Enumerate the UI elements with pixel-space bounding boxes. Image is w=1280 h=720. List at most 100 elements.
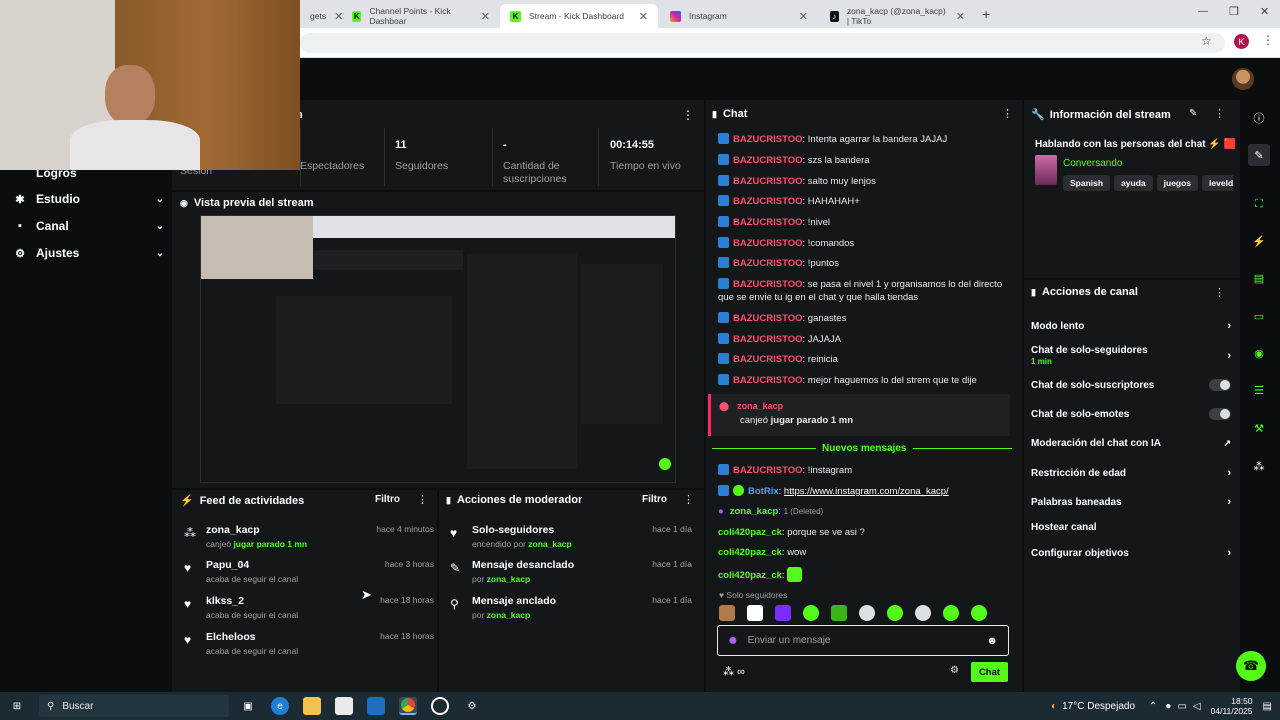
channel-points-icon[interactable]: ⁂ ∞	[723, 665, 745, 678]
emote-icon[interactable]	[859, 605, 875, 621]
chat-username[interactable]: coli420paz_ck	[718, 527, 782, 538]
store-icon[interactable]	[335, 697, 353, 715]
notifications-icon[interactable]: ▤	[1263, 701, 1272, 712]
emote-icon[interactable]	[887, 605, 903, 621]
chat-username[interactable]: BAZUCRISTOO	[733, 334, 803, 345]
tray-chevron-icon[interactable]: ⌃	[1149, 701, 1157, 712]
chat-username[interactable]: BAZUCRISTOO	[733, 196, 803, 207]
chat-link[interactable]: https://www.instagram.com/zona_kacp/	[784, 486, 949, 497]
file-explorer-icon[interactable]	[303, 697, 321, 715]
apps-icon[interactable]: ⁂	[1248, 455, 1270, 477]
chat-username[interactable]: BAZUCRISTOO	[733, 375, 803, 386]
chat-username[interactable]: coli420paz_ck	[718, 570, 782, 581]
profile-avatar[interactable]: K	[1234, 34, 1249, 49]
close-icon[interactable]: ✕	[481, 10, 490, 23]
obs-icon[interactable]	[431, 697, 449, 715]
support-button[interactable]: ☎	[1236, 651, 1266, 681]
action-age-restriction[interactable]: Restricción de edad ›	[1031, 467, 1231, 479]
sidebar-item-ajustes[interactable]: ⚙ Ajustes ⌄	[14, 242, 164, 264]
emote-icon[interactable]	[971, 605, 987, 621]
emote-icon[interactable]	[719, 605, 735, 621]
more-options-icon[interactable]: ⋮	[1214, 107, 1225, 120]
new-tab-button[interactable]: +	[982, 6, 990, 22]
chat-settings-icon[interactable]: ⚙	[950, 665, 959, 676]
outlook-icon[interactable]	[367, 697, 385, 715]
stream-preview-video[interactable]	[200, 215, 676, 483]
more-options-icon[interactable]: ⋮	[1002, 107, 1013, 120]
chat-username[interactable]: BAZUCRISTOO	[733, 279, 803, 290]
action-host-channel[interactable]: Hostear canal	[1031, 522, 1231, 533]
settings-icon[interactable]: ⚙	[463, 697, 481, 715]
emotes-only-toggle[interactable]	[1209, 408, 1231, 420]
chat-input[interactable]: ● Enviar un mensaje ☻	[717, 625, 1009, 656]
sidebar-item-canal[interactable]: ▪ Canal ⌄	[14, 215, 164, 237]
url-input[interactable]	[300, 33, 1225, 53]
chat-username[interactable]: zona_kacp	[737, 401, 783, 411]
emote-icon[interactable]	[803, 605, 819, 621]
volume-icon[interactable]: ◁	[1193, 701, 1201, 712]
more-options-icon[interactable]: ⋮	[683, 493, 694, 506]
more-options-icon[interactable]: ⋮	[1214, 286, 1225, 299]
action-ai-moderation[interactable]: Moderación del chat con IA ↗	[1031, 438, 1231, 449]
clipboard-icon[interactable]: ▤	[1248, 267, 1270, 289]
browser-tab[interactable]: gets ✕	[300, 4, 343, 28]
windows-start-icon[interactable]: ⊞	[8, 697, 26, 715]
info-icon[interactable]: ⓘ	[1248, 107, 1270, 129]
more-options-icon[interactable]: ⋮	[417, 493, 428, 506]
action-configure-goals[interactable]: Configurar objetivos ›	[1031, 547, 1231, 559]
emote-icon[interactable]	[831, 605, 847, 621]
activity-user[interactable]: Papu_04	[206, 559, 298, 571]
category-thumbnail[interactable]	[1035, 155, 1057, 185]
maximize-button[interactable]: ❐	[1229, 5, 1239, 18]
browser-tab[interactable]: Instagram ✕	[660, 4, 818, 28]
taskbar-search-input[interactable]: ⚲ Buscar	[39, 695, 229, 717]
clock[interactable]: 18:50 04/11/2025	[1211, 696, 1253, 716]
browser-tab[interactable]: ♪ zona_kacp (@zona_kacp) | TikTo ✕	[820, 4, 975, 28]
wrench-icon[interactable]: ⚒	[1248, 417, 1270, 439]
broadcast-icon[interactable]: ◉	[1248, 342, 1270, 364]
network-icon[interactable]: ▭	[1177, 701, 1186, 712]
chat-username[interactable]: coli420paz_ck	[718, 547, 782, 558]
more-options-icon[interactable]: ⋮	[682, 108, 694, 122]
emoji-icon[interactable]: ☻	[986, 635, 998, 647]
activity-user[interactable]: klkss_2	[206, 595, 298, 607]
edge-icon[interactable]: e	[271, 697, 289, 715]
chat-username[interactable]: BotRix	[748, 486, 779, 497]
fullscreen-icon[interactable]: ⛶	[1248, 193, 1270, 215]
browser-tab-active[interactable]: K Stream - Kick Dashboard ✕	[500, 4, 658, 28]
chat-username[interactable]: BAZUCRISTOO	[733, 176, 803, 187]
subscribers-only-toggle[interactable]	[1209, 379, 1231, 391]
task-view-icon[interactable]: ▣	[239, 697, 257, 715]
chat-username[interactable]: BAZUCRISTOO	[733, 258, 803, 269]
user-avatar[interactable]	[1232, 68, 1254, 90]
chat-username[interactable]: BAZUCRISTOO	[733, 313, 803, 324]
activity-filter-button[interactable]: Filtro	[375, 494, 400, 505]
mod-action-user[interactable]: zona_kacp	[487, 610, 530, 620]
chat-username[interactable]: BAZUCRISTOO	[733, 134, 803, 145]
list-icon[interactable]: ☰	[1248, 379, 1270, 401]
close-window-button[interactable]: ✕	[1260, 5, 1269, 18]
chat-send-button[interactable]: Chat	[971, 662, 1008, 682]
emote-icon[interactable]	[775, 605, 791, 621]
chat-username[interactable]: BAZUCRISTOO	[733, 465, 803, 476]
browser-tab[interactable]: K Channel Points - Kick Dashboar ✕	[342, 4, 500, 28]
emote-icon[interactable]	[943, 605, 959, 621]
action-banned-words[interactable]: Palabras baneadas ›	[1031, 496, 1231, 508]
microphone-icon[interactable]: ●	[1165, 701, 1171, 712]
weather-text[interactable]: 17°C Despejado	[1062, 701, 1135, 712]
emote-icon[interactable]	[915, 605, 931, 621]
edit-icon[interactable]: ✎	[1189, 108, 1197, 119]
mod-action-user[interactable]: zona_kacp	[487, 574, 530, 584]
emote-icon[interactable]	[747, 605, 763, 621]
chat-username[interactable]: BAZUCRISTOO	[733, 238, 803, 249]
chat-username[interactable]: BAZUCRISTOO	[733, 155, 803, 166]
stream-category[interactable]: Conversando	[1063, 158, 1122, 169]
chat-username[interactable]: BAZUCRISTOO	[733, 354, 803, 365]
chat-bubble-icon[interactable]: ▭	[1248, 305, 1270, 327]
close-icon[interactable]: ✕	[799, 10, 808, 23]
activity-user[interactable]: Elcheloos	[206, 631, 298, 643]
action-slow-mode[interactable]: Modo lento ›	[1031, 320, 1231, 332]
activity-user[interactable]: zona_kacp	[206, 524, 307, 536]
bolt-icon[interactable]: ⚡	[1248, 230, 1270, 252]
minimize-button[interactable]: —	[1198, 6, 1208, 17]
